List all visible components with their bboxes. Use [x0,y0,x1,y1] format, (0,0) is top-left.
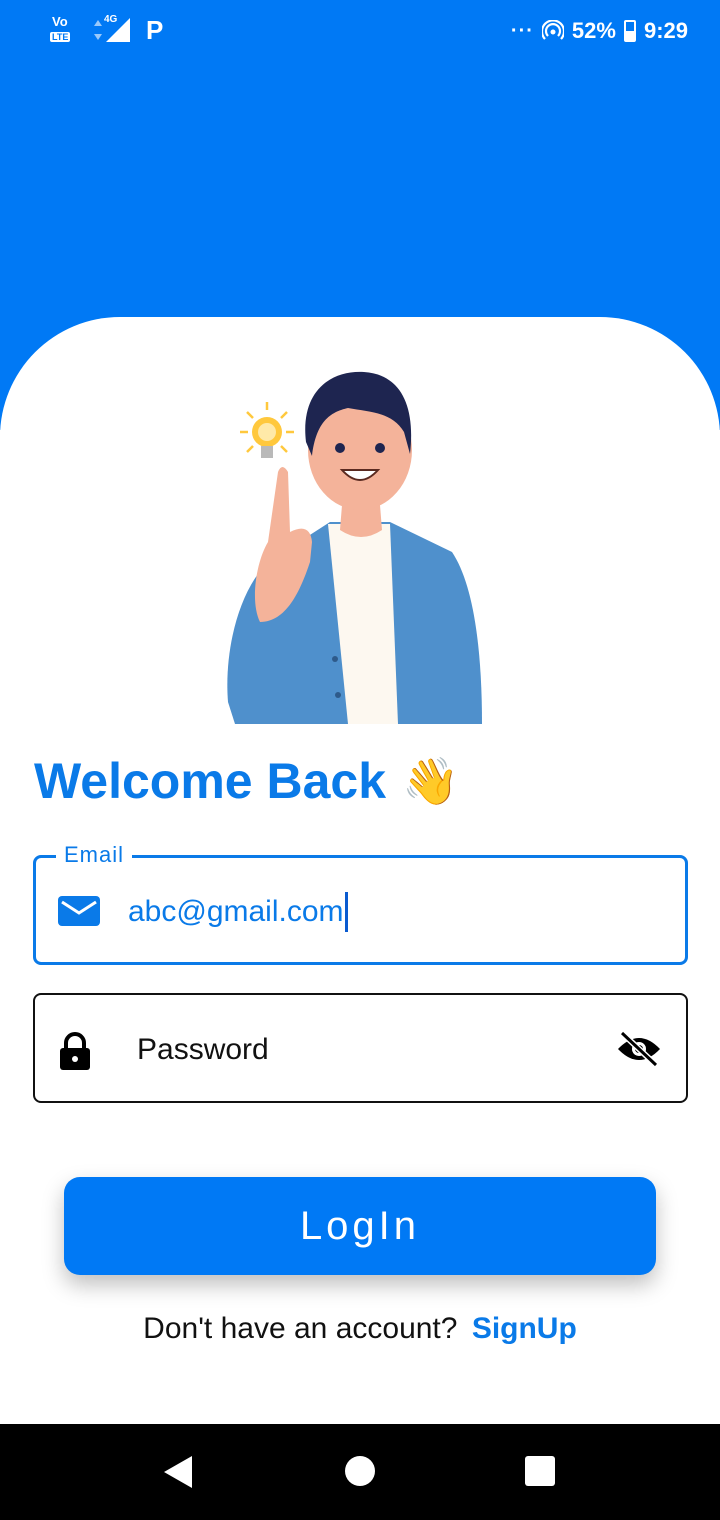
battery-percent: 52% [571,18,616,43]
email-field[interactable]: Email abc@gmail.com [33,842,688,965]
navigation-bar [0,1424,720,1520]
login-button[interactable]: LogIn [64,1177,656,1275]
clock-time: 9:29 [643,18,688,43]
signup-link[interactable]: SignUp [472,1312,577,1345]
more-notifications-icon: ··· [510,19,534,42]
network-type-label: 4G [104,14,118,25]
volte-label: Vo [52,14,68,29]
recents-square-icon[interactable] [523,1454,557,1488]
signup-prompt: Don't have an account? [143,1312,458,1345]
lte-label: LTE [50,32,71,42]
mail-icon [58,896,100,926]
hotspot-icon [541,20,564,40]
battery-icon [623,20,636,42]
email-value: abc@gmail.com [128,895,344,928]
password-input[interactable]: Password [137,1033,269,1067]
signal-icon: 4G [92,14,132,46]
back-triangle-icon[interactable] [160,1454,196,1490]
text-cursor [344,892,348,932]
parking-app-icon: P [146,14,164,45]
volte-icon: Vo LTE [50,14,78,46]
status-bar: Vo LTE 4G P ··· 52% 9:29 [0,0,720,64]
character-illustration [227,371,482,724]
lock-icon [60,1032,90,1070]
password-field[interactable]: Password [33,993,688,1103]
lightbulb-icon [240,402,294,458]
email-input[interactable]: abc@gmail.com [128,892,348,932]
welcome-heading: Welcome Back 👋 [34,752,459,810]
email-label: Email [56,842,133,868]
waving-hand-icon: 👋 [402,754,460,807]
eye-off-icon[interactable] [616,1031,662,1067]
welcome-title: Welcome Back [34,753,387,809]
signup-row: Don't have an account? SignUp [0,1312,720,1346]
home-circle-icon[interactable] [343,1454,377,1488]
